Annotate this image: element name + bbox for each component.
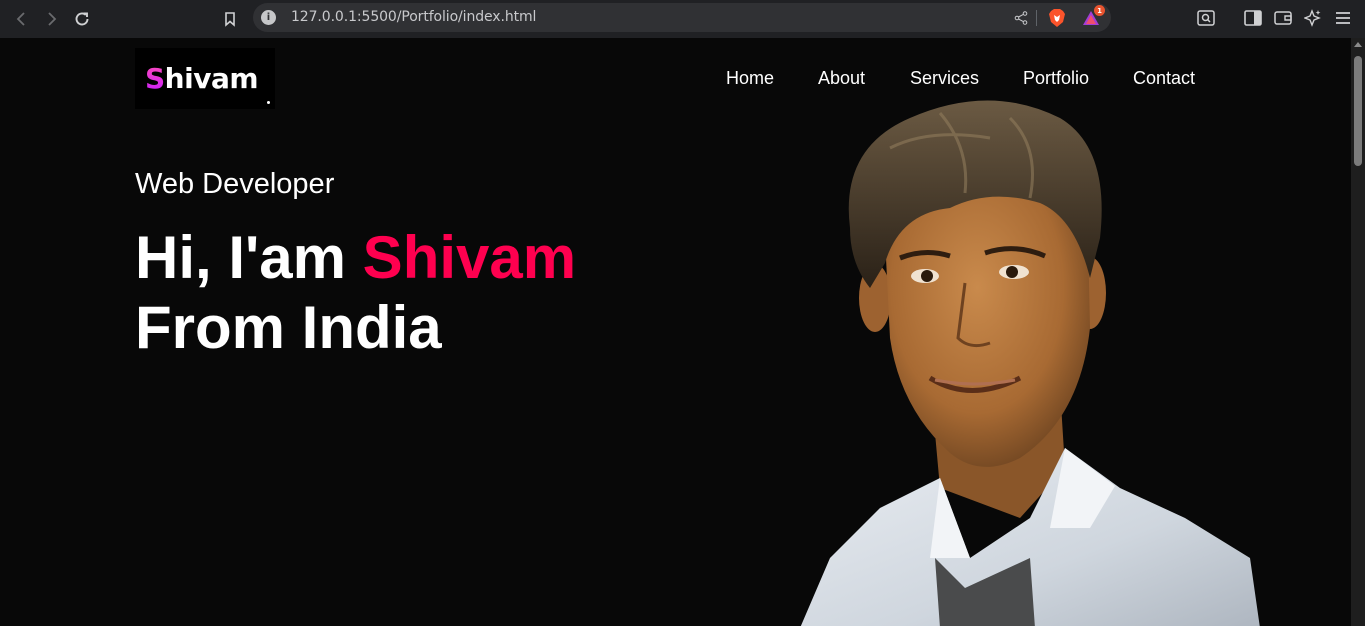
nav-services[interactable]: Services xyxy=(910,68,979,89)
bookmark-icon xyxy=(225,12,235,27)
logo-initial: S xyxy=(145,62,165,95)
browser-toolbar: i 127.0.0.1:5500/Portfolio/index.html 1 xyxy=(0,0,1365,38)
sparkle-icon xyxy=(1304,9,1321,27)
hamburger-menu-icon xyxy=(1336,12,1350,24)
brave-shields-button[interactable] xyxy=(1047,8,1067,28)
nav-about[interactable]: About xyxy=(818,68,865,89)
forward-button[interactable] xyxy=(38,6,64,32)
scroll-up-arrow-icon[interactable] xyxy=(1354,42,1362,47)
logo-rest: hivam xyxy=(164,62,259,95)
bookmark-button[interactable] xyxy=(217,6,243,32)
back-arrow-icon xyxy=(16,12,25,26)
hero-greeting: Hi, I'am xyxy=(135,224,363,291)
nav-portfolio[interactable]: Portfolio xyxy=(1023,68,1089,89)
page-scrollbar[interactable] xyxy=(1351,38,1365,626)
rewards-badge: 1 xyxy=(1094,5,1105,16)
back-button[interactable] xyxy=(9,6,35,32)
hero-name: Shivam xyxy=(362,224,577,291)
leo-ai-button[interactable] xyxy=(1302,7,1324,29)
site-logo[interactable]: Shivam xyxy=(135,48,275,109)
brave-lion-icon xyxy=(1049,9,1065,27)
logo-text: Shivam xyxy=(145,62,259,95)
url-text[interactable]: 127.0.0.1:5500/Portfolio/index.html xyxy=(291,9,536,25)
search-page-icon xyxy=(1197,10,1215,26)
logo-dot xyxy=(267,101,270,104)
reload-icon xyxy=(75,12,89,26)
sidebar-toggle-button[interactable] xyxy=(1242,7,1264,29)
forward-arrow-icon xyxy=(48,12,57,26)
wallet-button[interactable] xyxy=(1272,7,1294,29)
menu-button[interactable] xyxy=(1332,7,1354,29)
profile-photo xyxy=(800,100,1260,626)
site-info-icon[interactable]: i xyxy=(261,10,276,25)
sidebar-icon xyxy=(1244,10,1262,26)
page-search-button[interactable] xyxy=(1195,7,1217,29)
hero-subtitle: Web Developer xyxy=(135,168,335,200)
hero-line2: From India xyxy=(135,294,442,361)
address-bar-divider xyxy=(1036,10,1037,26)
share-button[interactable] xyxy=(1012,8,1030,28)
nav-contact[interactable]: Contact xyxy=(1133,68,1195,89)
share-icon xyxy=(1014,11,1028,25)
scrollbar-thumb[interactable] xyxy=(1354,56,1362,166)
nav-home[interactable]: Home xyxy=(726,68,774,89)
address-bar[interactable]: i 127.0.0.1:5500/Portfolio/index.html 1 xyxy=(253,3,1111,32)
page-viewport: Shivam Home About Services Portfolio Con… xyxy=(0,38,1351,626)
reload-button[interactable] xyxy=(69,6,95,32)
wallet-icon xyxy=(1274,11,1292,25)
hero-headline: Hi, I'am Shivam From India xyxy=(135,223,576,363)
